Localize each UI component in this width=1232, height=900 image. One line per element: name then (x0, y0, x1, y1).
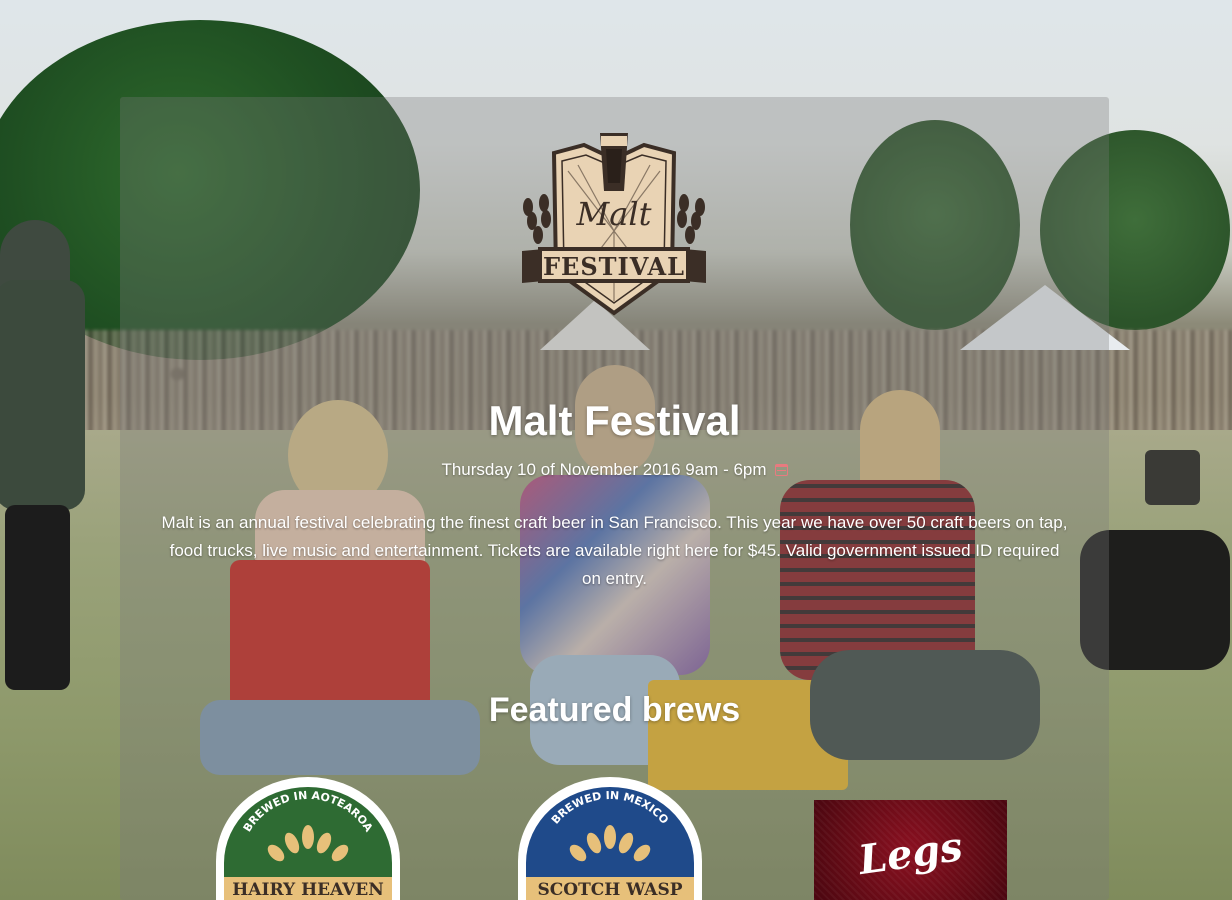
brew-name: SCOTCH WASP (537, 880, 682, 900)
brew-card-hairy-heaven[interactable]: BREWED IN AOTEAROA HAIRY HEAVEN (212, 777, 404, 900)
beer-glass-icon (600, 133, 628, 191)
brew-name: Legs (855, 822, 966, 885)
brew-card-legs[interactable]: Legs (814, 800, 1007, 900)
malt-festival-logo: Malt FESTIVAL (516, 131, 712, 317)
person-standing-left (0, 220, 90, 690)
logo-word-malt: Malt (576, 195, 652, 233)
logo-word-festival: FESTIVAL (542, 252, 685, 281)
main-content: Malt FESTIVAL Malt Festival Thursday 10 … (120, 97, 1109, 900)
brew-card-scotch-wasp[interactable]: BREWED IN MEXICO SCOTCH WASP (514, 777, 706, 900)
featured-brews-heading: Featured brews (488, 691, 741, 729)
event-description: Malt is an annual festival celebrating t… (161, 513, 1068, 588)
event-title: Malt Festival (488, 397, 741, 444)
calendar-icon[interactable] (774, 464, 788, 476)
event-date: Thursday 10 of November 2016 9am - 6pm (441, 460, 767, 479)
brew-name: HAIRY HEAVEN (232, 880, 384, 900)
event-date-line: Thursday 10 of November 2016 9am - 6pm (120, 460, 1109, 480)
